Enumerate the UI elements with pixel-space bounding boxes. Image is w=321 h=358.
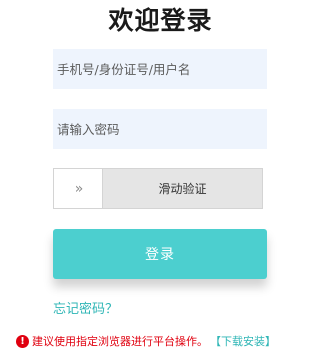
double-chevron-right-icon: » bbox=[74, 180, 83, 197]
page-title: 欢迎登录 bbox=[108, 6, 213, 35]
forgot-password-link[interactable]: 忘记密码？ bbox=[53, 298, 118, 317]
login-button[interactable]: 登录 bbox=[53, 229, 267, 279]
slider-captcha[interactable]: » 滑动验证 bbox=[53, 168, 263, 209]
notice-text: 建议使用指定浏览器进行平台操作。 bbox=[32, 335, 208, 348]
login-page: 欢迎登录 » 滑动验证 登录 忘记密码？ ! 建议使用指定浏览器进行平台操作。 … bbox=[0, 0, 321, 358]
username-input[interactable] bbox=[53, 49, 267, 89]
password-input[interactable] bbox=[53, 109, 267, 149]
exclamation-circle-icon: ! bbox=[16, 334, 29, 348]
browser-notice: ! 建议使用指定浏览器进行平台操作。 【下载安装】 bbox=[16, 333, 321, 349]
download-install-link[interactable]: 【下载安装】 bbox=[210, 333, 276, 349]
slider-label: 滑动验证 bbox=[158, 182, 207, 196]
slider-handle[interactable]: » bbox=[54, 169, 103, 208]
